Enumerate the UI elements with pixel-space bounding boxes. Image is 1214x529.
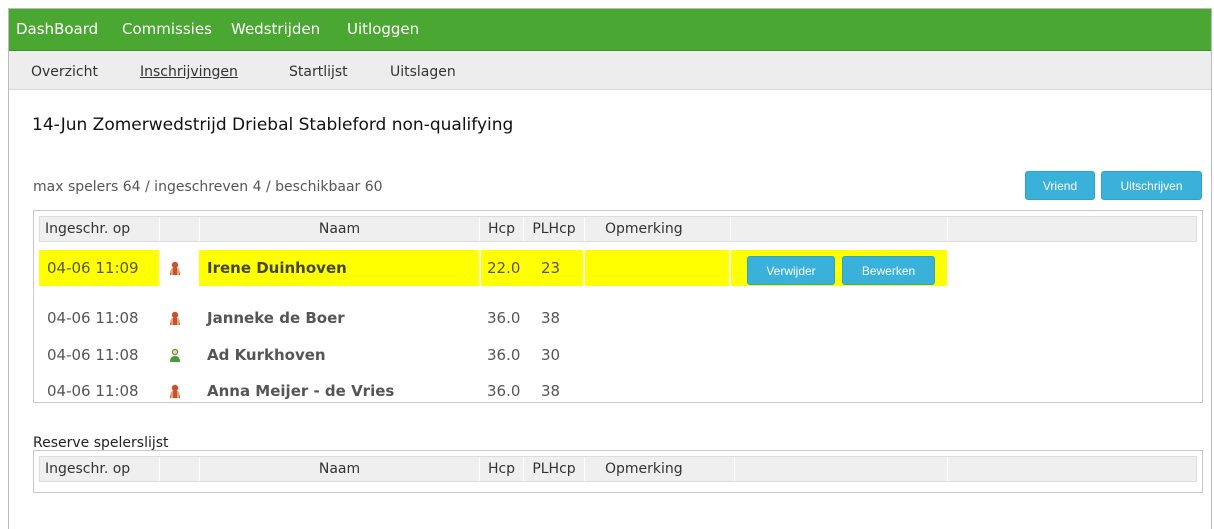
delete-button[interactable]: Verwijder (747, 256, 835, 285)
friend-button[interactable]: Vriend (1025, 171, 1095, 200)
row-highlight (585, 250, 729, 286)
edit-button[interactable]: Bewerken (842, 256, 935, 285)
table-row: 04-06 11:08 Janneke de Boer 36.0 38 (39, 300, 1197, 336)
header-plhcp: PLHcp (524, 217, 585, 241)
header-actions (731, 217, 948, 241)
player-name[interactable]: Ad Kurkhoven (207, 337, 326, 373)
player-hcp: 36.0 (487, 382, 521, 400)
table-row: 04-06 11:08 Anna Meijer - de Vries 36.0 … (39, 373, 1197, 409)
header-registered: Ingeschr. op (40, 457, 160, 481)
tab-inschrijvingen[interactable]: Inschrijvingen (140, 64, 238, 80)
competition-title: 14-Jun Zomerwedstrijd Driebal Stableford… (32, 115, 514, 135)
tab-uitslagen[interactable]: Uitslagen (390, 64, 456, 80)
header-name: Naam (200, 457, 480, 481)
registered-time: 04-06 11:08 (47, 346, 139, 364)
reserve-list-label: Reserve spelerslijst (33, 435, 169, 451)
nav-wedstrijden-link[interactable]: Wedstrijden (231, 20, 320, 38)
player-hcp: 22.0 (487, 259, 521, 277)
table-row: 04-06 11:08 Ad Kurkhoven 36.0 30 (39, 337, 1197, 373)
header-registered: Ingeschr. op (40, 217, 160, 241)
player-name[interactable]: Janneke de Boer (207, 300, 345, 336)
player-plhcp: 30 (541, 346, 561, 364)
header-remark: Opmerking (585, 217, 731, 241)
header-remark: Opmerking (585, 457, 735, 481)
header-name: Naam (200, 217, 480, 241)
header-hcp: Hcp (480, 457, 524, 481)
header-hcp: Hcp (480, 217, 524, 241)
player-counts: max spelers 64 / ingeschreven 4 / beschi… (33, 179, 383, 195)
header-icon-column (160, 217, 200, 241)
registered-time: 04-06 11:08 (47, 309, 139, 327)
nav-commissies-link[interactable]: Commissies (122, 20, 212, 38)
player-plhcp: 23 (541, 259, 561, 277)
nav-uitloggen-link[interactable]: Uitloggen (347, 20, 419, 38)
reserve-table: Ingeschr. op Naam Hcp PLHcp Opmerking (33, 450, 1203, 493)
registrations-table: Ingeschr. op Naam Hcp PLHcp Opmerking 04… (33, 210, 1203, 403)
female-player-icon (170, 311, 180, 325)
table-row: 04-06 11:09 Irene Duinhoven 22.0 23 Verw… (39, 250, 1197, 286)
registered-time: 04-06 11:08 (47, 382, 139, 400)
player-name[interactable]: Irene Duinhoven (207, 250, 347, 286)
player-plhcp: 38 (541, 309, 561, 327)
female-player-icon (170, 384, 180, 398)
header-icon-column (160, 457, 200, 481)
player-hcp: 36.0 (487, 309, 521, 327)
reserve-table-header: Ingeschr. op Naam Hcp PLHcp Opmerking (39, 456, 1197, 482)
female-player-icon (170, 261, 180, 275)
male-player-icon (170, 348, 180, 362)
player-plhcp: 38 (541, 382, 561, 400)
header-plhcp: PLHcp (524, 457, 585, 481)
sub-navigation: Overzicht Inschrijvingen Startlijst Uits… (9, 51, 1211, 90)
nav-dashboard-link[interactable]: DashBoard (16, 20, 98, 38)
table-header: Ingeschr. op Naam Hcp PLHcp Opmerking (39, 216, 1197, 242)
player-hcp: 36.0 (487, 346, 521, 364)
tab-startlijst[interactable]: Startlijst (289, 64, 348, 80)
app-frame: DashBoard Commissies Wedstrijden Uitlogg… (8, 8, 1212, 529)
tab-overzicht[interactable]: Overzicht (31, 64, 98, 80)
registered-time: 04-06 11:09 (47, 259, 139, 277)
unsubscribe-button[interactable]: Uitschrijven (1101, 171, 1202, 200)
top-navigation: DashBoard Commissies Wedstrijden Uitlogg… (9, 9, 1211, 51)
player-name[interactable]: Anna Meijer - de Vries (207, 373, 394, 409)
header-actions (735, 457, 948, 481)
